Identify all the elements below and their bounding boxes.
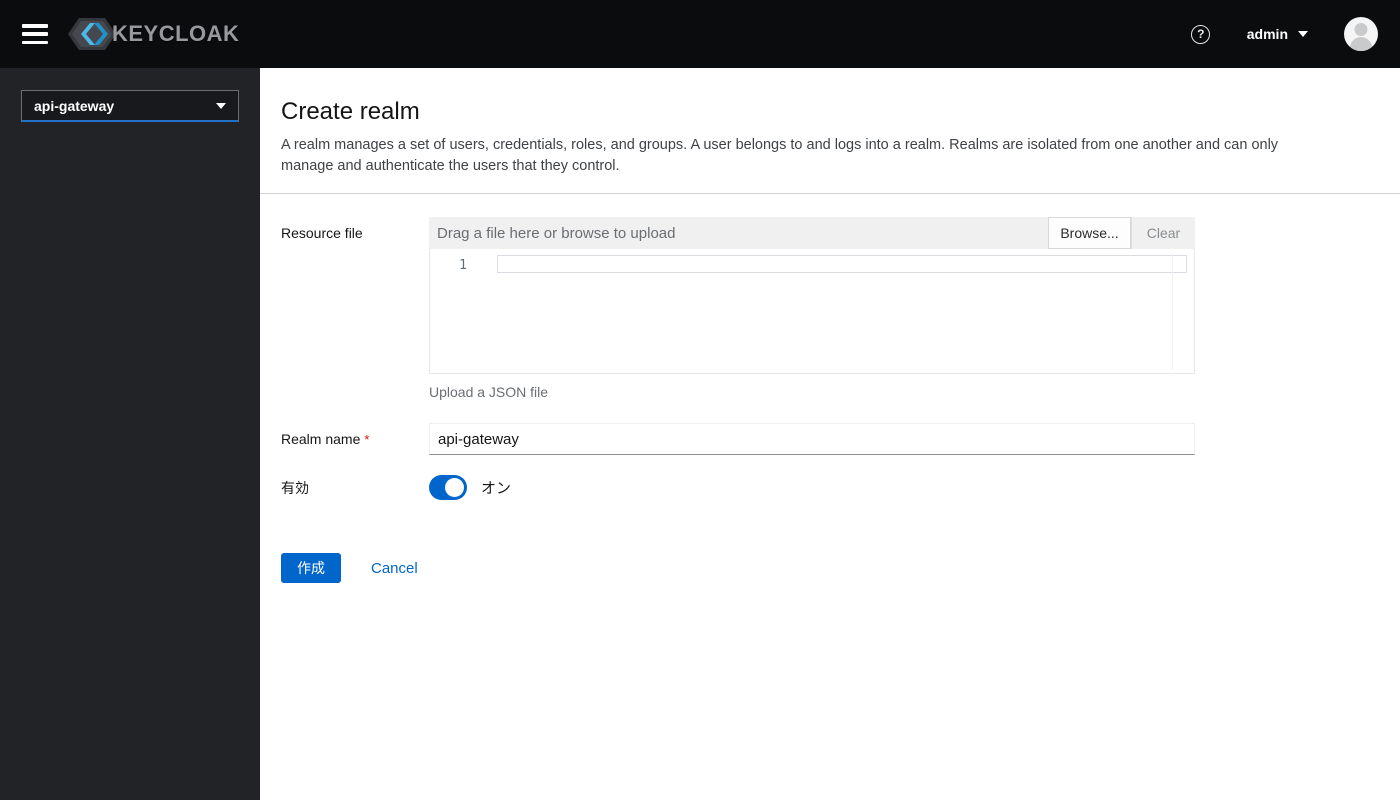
keycloak-logo-icon: [66, 14, 118, 54]
sidebar: api-gateway: [0, 68, 260, 800]
create-realm-form: Resource file Browse... Clear 1 Upload: [260, 194, 1400, 583]
hamburger-menu-icon[interactable]: [22, 24, 48, 44]
upload-helper-text: Upload a JSON file: [429, 384, 549, 400]
chevron-down-icon: [1298, 31, 1308, 37]
required-indicator: *: [364, 432, 370, 447]
file-upload-input[interactable]: [429, 217, 1048, 249]
json-code-editor[interactable]: 1: [429, 249, 1195, 374]
page-header: Create realm A realm manages a set of us…: [260, 68, 1400, 193]
brand-text: KEYCLOAK: [112, 21, 240, 46]
editor-scrollbar: [1172, 253, 1173, 369]
main-content: Create realm A realm manages a set of us…: [260, 68, 1400, 800]
realm-name-input[interactable]: [429, 423, 1195, 455]
enabled-toggle[interactable]: [429, 475, 467, 500]
realm-name-label: Realm name: [281, 431, 361, 447]
editor-active-line: [497, 255, 1187, 273]
clear-button[interactable]: Clear: [1131, 217, 1195, 249]
keycloak-admin-console: KEYCLOAK ? admin api-gateway Create real…: [0, 0, 1400, 800]
create-button[interactable]: 作成: [281, 553, 341, 583]
realm-selector-value: api-gateway: [34, 97, 115, 114]
cancel-link[interactable]: Cancel: [371, 560, 418, 577]
realm-selector[interactable]: api-gateway: [21, 90, 239, 122]
help-button[interactable]: ?: [1189, 22, 1213, 46]
masthead: KEYCLOAK ? admin: [0, 0, 1400, 68]
editor-line-number: 1: [459, 258, 467, 273]
user-avatar-icon[interactable]: [1344, 17, 1378, 51]
file-upload-bar: Browse... Clear: [429, 217, 1195, 249]
enabled-state-text: オン: [481, 480, 512, 497]
actions-row: 作成 Cancel: [281, 553, 1400, 583]
resource-file-row: Resource file Browse... Clear 1 Upload: [281, 217, 1400, 400]
page-title: Create realm: [281, 98, 420, 125]
keycloak-logo[interactable]: KEYCLOAK: [66, 14, 239, 54]
question-circle-icon: ?: [1191, 24, 1211, 44]
browse-button[interactable]: Browse...: [1048, 217, 1131, 249]
chevron-down-icon: [216, 102, 226, 109]
page-description: A realm manages a set of users, credenti…: [281, 137, 1279, 174]
user-dropdown[interactable]: admin: [1247, 26, 1308, 42]
enabled-row: 有効 オン: [281, 475, 1400, 500]
username: admin: [1246, 26, 1288, 42]
enabled-label: 有効: [281, 479, 309, 496]
realm-name-row: Realm name *: [281, 423, 1400, 455]
resource-file-label: Resource file: [281, 225, 363, 241]
